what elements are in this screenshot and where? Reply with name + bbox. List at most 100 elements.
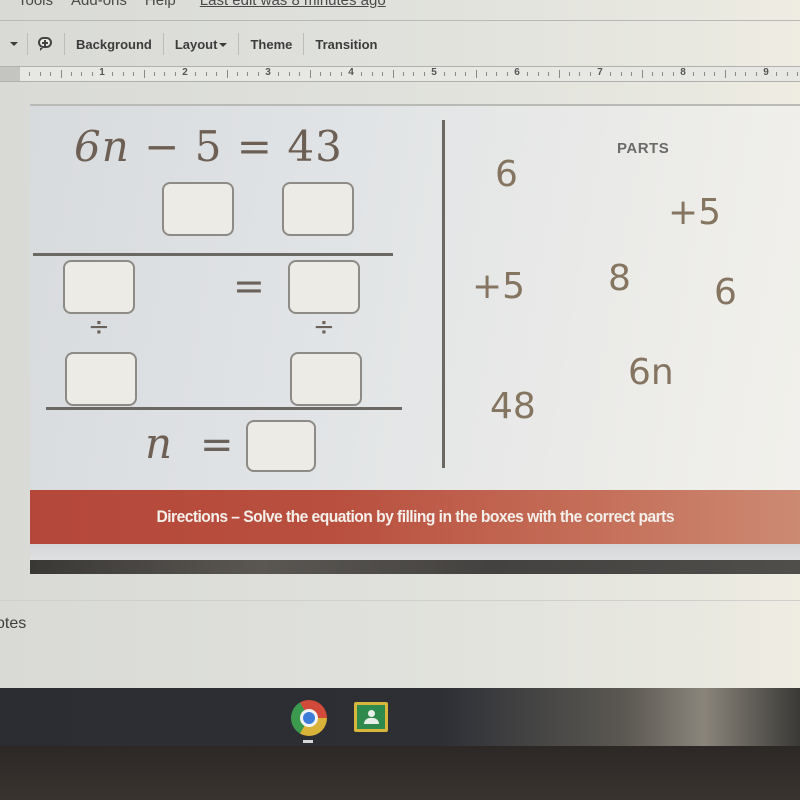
equation-minus: − xyxy=(144,122,181,171)
divide-left-icon: ÷ xyxy=(88,312,110,342)
ruler-tick xyxy=(340,72,342,76)
equation-term-6n: 6n xyxy=(74,122,130,171)
transition-button[interactable]: Transition xyxy=(313,37,379,52)
ruler-tick xyxy=(423,72,425,76)
ruler-tick xyxy=(288,72,290,76)
toolbar-dropdown-caret-icon[interactable] xyxy=(10,42,18,46)
ruler-label: 5 xyxy=(431,67,437,78)
slide-footer-image xyxy=(30,560,800,574)
step3-rule xyxy=(46,407,402,410)
vertical-divider xyxy=(442,120,445,468)
ruler-tick xyxy=(309,70,311,78)
slide-footer-band xyxy=(30,544,800,560)
step1-left-box[interactable] xyxy=(162,182,234,236)
ruler-tick xyxy=(444,72,446,76)
menubar-divider xyxy=(0,20,800,21)
part-tile[interactable]: 6n xyxy=(628,352,674,393)
answer-equals: = xyxy=(200,422,234,468)
ruler-tick xyxy=(413,72,415,76)
ruler-tick xyxy=(714,72,716,76)
part-tile[interactable]: 6 xyxy=(714,272,737,313)
ruler-tick xyxy=(402,72,404,76)
ruler-tick xyxy=(299,72,301,76)
chrome-icon[interactable] xyxy=(291,700,327,736)
ruler-tick xyxy=(143,70,145,78)
chevron-down-icon xyxy=(219,43,228,48)
ruler-tick xyxy=(371,72,373,76)
last-edit-link[interactable]: Last edit was 8 minutes ago xyxy=(200,0,386,9)
ruler-tick xyxy=(330,72,332,76)
classroom-icon[interactable] xyxy=(354,702,388,732)
ruler-tick xyxy=(81,72,83,76)
directions-banner: Directions – Solve the equation by filli… xyxy=(30,490,800,544)
divide-right-icon: ÷ xyxy=(313,312,335,342)
ruler-tick xyxy=(122,72,124,76)
speaker-notes-placeholder[interactable]: otes xyxy=(0,615,26,633)
ruler-label: 3 xyxy=(265,67,271,78)
ruler-tick xyxy=(558,70,560,78)
ruler-tick xyxy=(91,72,93,76)
ruler-tick xyxy=(236,72,238,76)
menu-help[interactable]: Help xyxy=(145,0,176,9)
parts-heading: PARTS xyxy=(617,140,670,157)
part-tile[interactable]: 8 xyxy=(608,258,631,299)
ruler-tick xyxy=(755,72,757,76)
ruler-tick xyxy=(745,72,747,76)
theme-button[interactable]: Theme xyxy=(248,37,294,52)
step2-left-box[interactable] xyxy=(63,260,135,314)
monitor-bezel xyxy=(0,746,800,800)
part-tile[interactable]: +5 xyxy=(472,266,525,307)
toolbar-separator xyxy=(64,33,65,55)
ruler-tick xyxy=(382,72,384,76)
equation-constant: 5 xyxy=(194,122,223,171)
ruler-tick xyxy=(537,72,539,76)
slide-canvas[interactable]: 6n − 5 = 43 = ÷ ÷ n = PARTS 6 +5 +5 8 6 … xyxy=(30,104,800,574)
ruler-tick xyxy=(496,72,498,76)
ruler-tick xyxy=(734,72,736,76)
ruler-tick xyxy=(112,72,114,76)
step2-right-box[interactable] xyxy=(288,260,360,314)
part-tile[interactable]: +5 xyxy=(668,192,721,233)
layout-button[interactable]: Layout xyxy=(173,37,230,52)
ruler-tick xyxy=(50,72,52,76)
ruler-tick xyxy=(485,72,487,76)
toolbar-separator xyxy=(162,33,164,55)
part-tile[interactable]: 6 xyxy=(495,154,518,195)
ruler-tick xyxy=(693,72,695,76)
ruler-tick xyxy=(651,72,653,76)
equation: 6n − 5 = 43 xyxy=(74,122,343,171)
ruler-label: 2 xyxy=(182,67,188,78)
menu-tools[interactable]: Tools xyxy=(18,0,53,9)
menu-add-ons[interactable]: Add-ons xyxy=(71,0,127,9)
screen: Tools Add-ons Help Last edit was 8 minut… xyxy=(0,0,800,688)
step3-left-box[interactable] xyxy=(65,352,137,406)
ruler-tick xyxy=(631,72,633,76)
ruler-margin xyxy=(0,67,20,81)
ruler-tick xyxy=(579,72,581,76)
ruler-tick xyxy=(589,72,591,76)
ruler-tick xyxy=(527,72,529,76)
background-button[interactable]: Background xyxy=(74,37,154,52)
ruler-tick xyxy=(257,72,259,76)
slide-top-edge xyxy=(30,104,800,106)
ruler-tick xyxy=(620,72,622,76)
answer-variable: n xyxy=(145,419,173,468)
ruler-tick xyxy=(475,70,477,78)
part-tile[interactable]: 48 xyxy=(490,386,536,427)
ruler-tick xyxy=(641,70,643,78)
add-comment-icon[interactable] xyxy=(37,36,55,52)
ruler-label: 9 xyxy=(763,67,769,78)
step3-right-box[interactable] xyxy=(290,352,362,406)
answer-box[interactable] xyxy=(246,420,316,472)
ruler-label: 6 xyxy=(514,67,520,78)
menu-bar: Tools Add-ons Help Last edit was 8 minut… xyxy=(0,0,800,12)
ruler-tick xyxy=(662,72,664,76)
horizontal-ruler[interactable]: 1 2 3 4 5 6 7 8 9 xyxy=(0,66,800,82)
ruler-tick xyxy=(133,72,135,76)
ruler-tick xyxy=(672,72,674,76)
ruler-tick xyxy=(153,72,155,76)
toolbar-separator xyxy=(238,33,240,55)
notes-divider xyxy=(0,600,800,601)
ruler-tick xyxy=(724,70,726,78)
step1-right-box[interactable] xyxy=(282,182,354,236)
